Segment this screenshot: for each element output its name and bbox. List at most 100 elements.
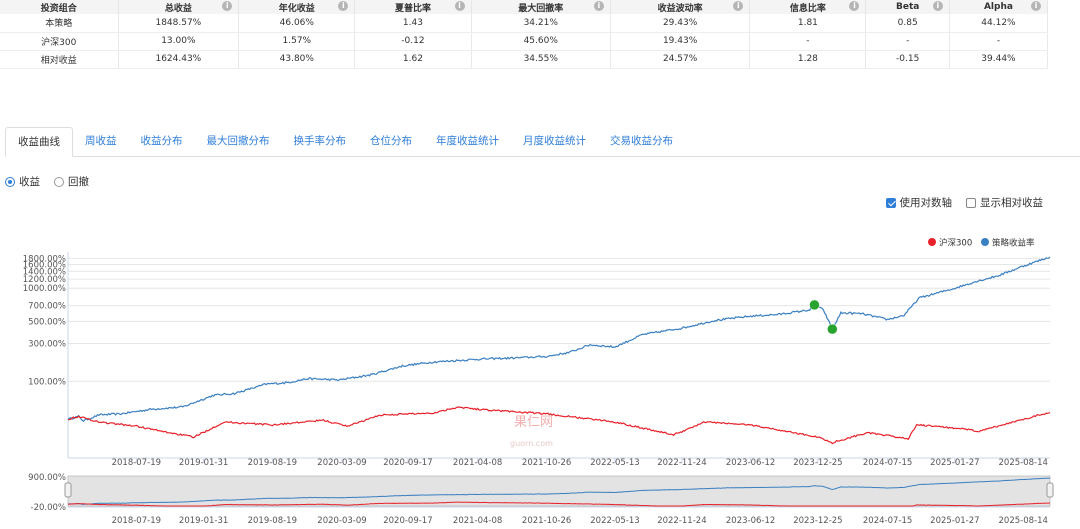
info-icon[interactable]: i xyxy=(849,1,860,11)
stats-header-3: 夏普比率 i xyxy=(354,0,472,14)
x-tick-label: 2025-08-14 xyxy=(999,458,1048,468)
stats-cell: - xyxy=(949,32,1049,51)
radio-drawdown[interactable]: 回撤 xyxy=(54,174,89,189)
navigator-x-tick-label: 2018-07-19 xyxy=(112,516,161,526)
navigator-x-tick-label: 2024-07-15 xyxy=(863,516,912,526)
y-tick-label: 300.00% xyxy=(28,339,66,349)
tab-5[interactable]: 仓位分布 xyxy=(358,127,424,157)
stats-header-label: Alpha xyxy=(983,2,1013,12)
stats-cell: 13.00% xyxy=(118,32,240,51)
navigator-x-tick-label: 2025-01-27 xyxy=(930,516,979,526)
stats-header-4: 最大回撤率 i xyxy=(471,0,611,14)
navigator-range[interactable] xyxy=(67,475,1051,507)
navigator-x-tick-label: 2022-05-13 xyxy=(590,516,639,526)
navigator-x-tick-label: 2021-04-08 xyxy=(453,516,502,526)
chart-markers xyxy=(809,299,838,335)
x-tick-label: 2019-08-19 xyxy=(248,458,297,468)
tab-8[interactable]: 交易收益分布 xyxy=(598,127,685,157)
log-axis-checkbox[interactable]: 使用对数轴 xyxy=(885,195,952,210)
radio-drawdown-label: 回撤 xyxy=(68,176,89,188)
legend-label-1[interactable]: 策略收益率 xyxy=(992,238,1035,249)
x-axis-ticks: 2018-07-19 2019-01-31 2019-08-19 2020-03-09… xyxy=(68,457,1050,468)
info-icon[interactable]: i xyxy=(1031,1,1041,11)
relative-return-checkbox[interactable]: 显示相对收益 xyxy=(966,195,1043,210)
stats-cell: - xyxy=(749,32,867,51)
legend-label-0[interactable]: 沪深300 xyxy=(939,238,972,249)
info-icon[interactable]: i xyxy=(222,1,233,11)
stats-cell: 1624.43% xyxy=(118,50,240,69)
x-tick-label: 2022-11-24 xyxy=(657,458,706,468)
stats-header-5: 收益波动率 i xyxy=(610,0,751,14)
stats-cell: -0.12 xyxy=(354,32,472,51)
stats-cell: 34.55% xyxy=(471,50,611,69)
y-tick-label: 1000.00% xyxy=(23,284,66,294)
tab-7[interactable]: 月度收益统计 xyxy=(511,127,598,157)
x-tick-label: 2023-06-12 xyxy=(726,458,775,468)
tab-4[interactable]: 换手率分布 xyxy=(282,127,359,157)
tab-6[interactable]: 年度收益统计 xyxy=(424,127,511,157)
stats-cell: 39.44% xyxy=(949,50,1049,69)
stats-header-8: Alpha i xyxy=(949,0,1049,14)
stats-header-label: 信息比率 xyxy=(789,3,826,14)
stats-cell: 1.57% xyxy=(238,32,356,51)
legend-dot[interactable] xyxy=(981,238,989,246)
watermark-sub: guorn.com xyxy=(510,439,553,448)
stats-body: 本策略 1848.57% 46.06% 1.43 34.21% 29.43% 1.81 0.8… xyxy=(0,14,1049,69)
relative-return-checkbox-box[interactable] xyxy=(966,197,976,208)
drawdown-marker[interactable] xyxy=(809,299,820,311)
stats-header-row: 投资组合 总收益 i 年化收益 i 夏普比率 i 最大回撤率 i 收益波动率 i 信息比率 i Beta i… xyxy=(0,0,1049,14)
y-tick-label: 500.00% xyxy=(28,317,66,327)
log-axis-checkbox-box[interactable] xyxy=(885,197,896,208)
stats-row-label: 相对收益 xyxy=(0,50,119,69)
stats-row-label: 沪深300 xyxy=(0,32,119,51)
x-tick-label: 2020-03-09 xyxy=(317,458,366,468)
info-icon[interactable]: i xyxy=(733,1,744,11)
stats-header-label: 投资组合 xyxy=(40,3,77,14)
stats-row: 沪深300 13.00% 1.57% -0.12 45.60% 19.43% - - - xyxy=(0,32,1049,51)
tab-3[interactable]: 最大回撤分布 xyxy=(195,127,282,157)
stats-cell: 46.06% xyxy=(238,14,356,33)
tab-1[interactable]: 周收益 xyxy=(73,127,129,157)
x-tick-label: 2018-07-19 xyxy=(112,458,161,468)
navigator-x-tick-label: 2020-03-09 xyxy=(317,516,366,526)
navigator-x-tick-label: 2023-12-25 xyxy=(793,516,842,526)
stats-header-label: 总收益 xyxy=(164,3,192,14)
radio-drawdown-dot[interactable] xyxy=(54,176,64,187)
info-icon[interactable]: i xyxy=(454,1,465,11)
info-icon[interactable]: i xyxy=(338,1,349,11)
radio-return-dot[interactable] xyxy=(5,176,15,187)
stats-cell: 1.81 xyxy=(749,14,867,33)
stats-cell: - xyxy=(865,32,950,51)
x-tick-label: 2025-01-27 xyxy=(930,458,979,468)
y-tick-label: 100.00% xyxy=(28,377,66,387)
stats-cell: 44.12% xyxy=(949,14,1049,33)
stats-cell: 29.43% xyxy=(610,14,751,33)
navigator-handle[interactable] xyxy=(64,482,72,498)
navigator-x-tick-label: 2023-06-12 xyxy=(726,516,775,526)
x-tick-label: 2021-04-08 xyxy=(453,458,502,468)
stats-cell: 1848.57% xyxy=(118,14,240,33)
tab-2[interactable]: 收益分布 xyxy=(129,127,195,157)
stats-header-7: Beta i xyxy=(865,0,950,14)
info-icon[interactable]: i xyxy=(932,1,943,11)
stats-cell: 43.80% xyxy=(238,50,356,69)
stats-cell: 19.43% xyxy=(610,32,751,51)
radio-return[interactable]: 收益 xyxy=(5,174,40,189)
navigator-handle[interactable] xyxy=(1046,482,1054,498)
stats-header-6: 信息比率 i xyxy=(749,0,867,14)
x-tick-label: 2020-09-17 xyxy=(383,458,432,468)
info-icon[interactable]: i xyxy=(593,1,604,11)
stats-cell: 45.60% xyxy=(471,32,611,51)
chart-series xyxy=(67,256,1051,445)
stats-row-label: 本策略 xyxy=(0,14,119,33)
relative-return-checkbox-label: 显示相对收益 xyxy=(980,197,1043,209)
series-line-benchmark xyxy=(67,406,1051,445)
navigator-y-tick-label: 900.00% xyxy=(28,473,66,483)
stats-header-label: 年化收益 xyxy=(278,3,315,14)
chart-navigator[interactable]: 900.00% -20.00% 2018-07-19 2019-01-31 2019-0… xyxy=(28,473,1054,526)
tab-0[interactable]: 收益曲线 xyxy=(5,127,73,157)
legend-dot[interactable] xyxy=(928,238,936,246)
drawdown-marker[interactable] xyxy=(827,323,838,335)
stats-header-label: 收益波动率 xyxy=(657,3,703,14)
stats-header-label: 夏普比率 xyxy=(394,3,431,14)
